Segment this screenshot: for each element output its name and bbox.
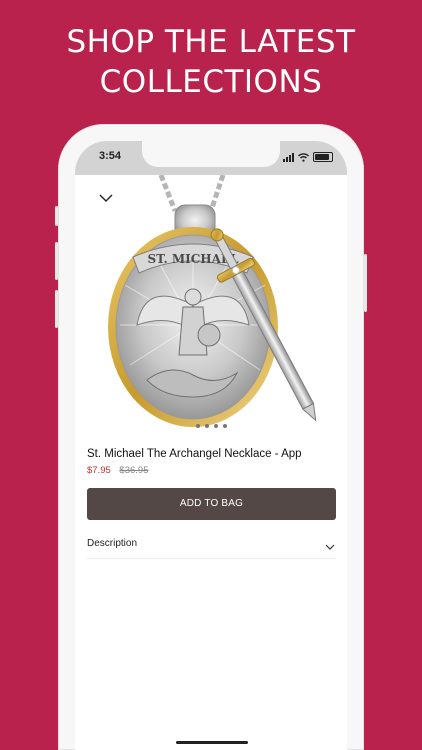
- carousel-dot[interactable]: [195, 424, 200, 428]
- collapse-chevron-icon[interactable]: [97, 191, 115, 205]
- carousel-dots[interactable]: [75, 424, 347, 428]
- headline-line-1: SHOP THE LATEST: [66, 24, 356, 60]
- phone-power-button: [364, 254, 367, 312]
- battery-icon: [313, 152, 333, 162]
- st-michael-medallion-image: ST. MICHAEL: [108, 174, 317, 427]
- status-icons: [283, 151, 333, 163]
- promo-headline: SHOP THE LATEST COLLECTIONS: [0, 22, 422, 102]
- add-to-bag-button[interactable]: ADD TO BAG: [87, 488, 336, 520]
- product-title: St. Michael The Archangel Necklace - App: [87, 448, 302, 460]
- price-row: $7.95 $36.95: [87, 465, 148, 476]
- original-price: $36.95: [119, 465, 149, 476]
- app-screen: 3:54 ST. MICHAEL St. Michael The Archang…: [75, 141, 347, 750]
- cellular-signal-icon: [283, 152, 294, 162]
- description-label: Description: [87, 538, 138, 549]
- phone-frame: 3:54 ST. MICHAEL St. Michael The Archang…: [55, 124, 367, 750]
- phone-notch: [142, 141, 280, 167]
- status-time: 3:54: [99, 150, 122, 162]
- sale-price: $7.95: [87, 465, 111, 476]
- status-bar: 3:54: [75, 141, 347, 175]
- description-accordion[interactable]: Description: [87, 530, 336, 559]
- home-indicator[interactable]: [176, 741, 248, 744]
- carousel-dot[interactable]: [213, 424, 218, 428]
- phone-volume-up: [55, 242, 58, 280]
- product-image[interactable]: ST. MICHAEL: [75, 174, 347, 443]
- chevron-down-icon[interactable]: [324, 539, 336, 550]
- carousel-dot[interactable]: [204, 424, 209, 428]
- wifi-icon: [298, 152, 309, 162]
- headline-line-2: COLLECTIONS: [99, 64, 323, 100]
- carousel-dot[interactable]: [222, 424, 227, 428]
- phone-volume-down: [55, 290, 58, 328]
- phone-mute-switch: [55, 206, 58, 226]
